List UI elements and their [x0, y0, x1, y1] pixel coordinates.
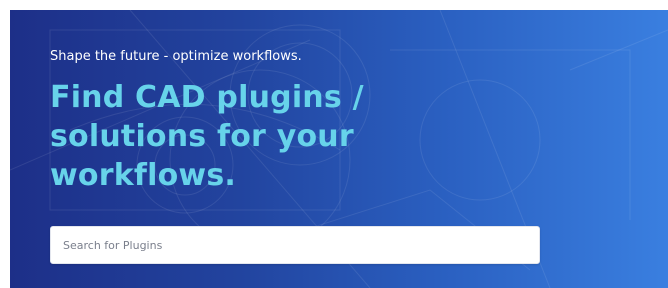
- hero-headline: Find CAD plugins / solutions for your wo…: [50, 78, 364, 195]
- hero-banner: Shape the future - optimize workflows. F…: [10, 10, 668, 288]
- hero-tagline: Shape the future - optimize workflows.: [50, 49, 302, 64]
- headline-line-2: solutions for your: [50, 119, 354, 154]
- headline-line-1: Find CAD plugins /: [50, 80, 364, 115]
- page: Shape the future - optimize workflows. F…: [0, 0, 668, 288]
- plugin-search-input[interactable]: [51, 227, 539, 263]
- headline-line-3: workflows.: [50, 158, 236, 193]
- plugin-search-box[interactable]: [50, 226, 540, 264]
